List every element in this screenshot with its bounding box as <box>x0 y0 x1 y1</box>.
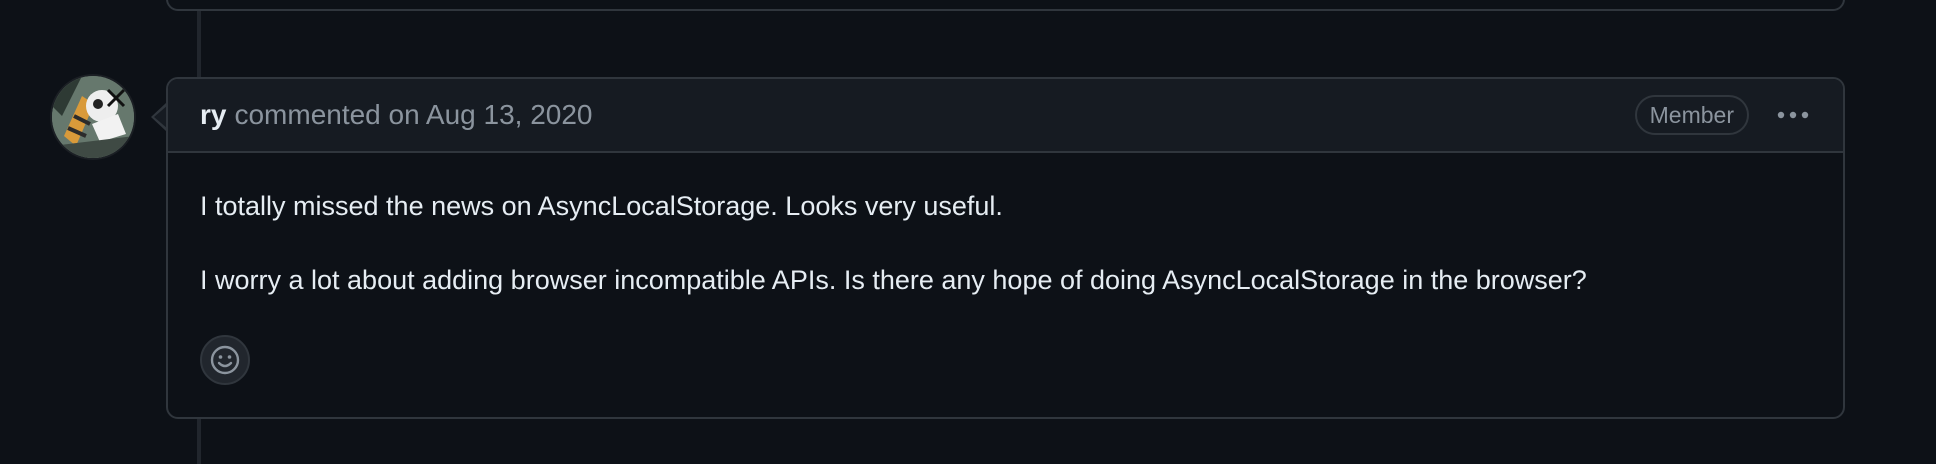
comment-card: ry commented on Aug 13, 2020 Member I tot… <box>166 77 1845 419</box>
comment-body: I totally missed the news on AsyncLocalS… <box>168 153 1843 299</box>
avatar[interactable] <box>52 76 134 158</box>
avatar-image <box>52 76 134 158</box>
author-link[interactable]: ry <box>200 99 226 130</box>
comment-header: ry commented on Aug 13, 2020 Member <box>168 79 1843 153</box>
add-reaction-button[interactable] <box>200 335 250 385</box>
comment-paragraph: I totally missed the news on AsyncLocalS… <box>200 191 1003 221</box>
smiley-icon <box>210 345 240 375</box>
comment-timestamp[interactable]: commented on Aug 13, 2020 <box>234 99 592 130</box>
previous-comment-card <box>166 0 1845 11</box>
comment-header-actions: Member <box>1634 95 1813 135</box>
comment-paragraph: I worry a lot about adding browser incom… <box>200 265 1587 295</box>
comment-header-text: ry commented on Aug 13, 2020 <box>200 99 593 131</box>
member-badge: Member <box>1634 95 1749 135</box>
kebab-horizontal-icon[interactable] <box>1773 100 1813 130</box>
